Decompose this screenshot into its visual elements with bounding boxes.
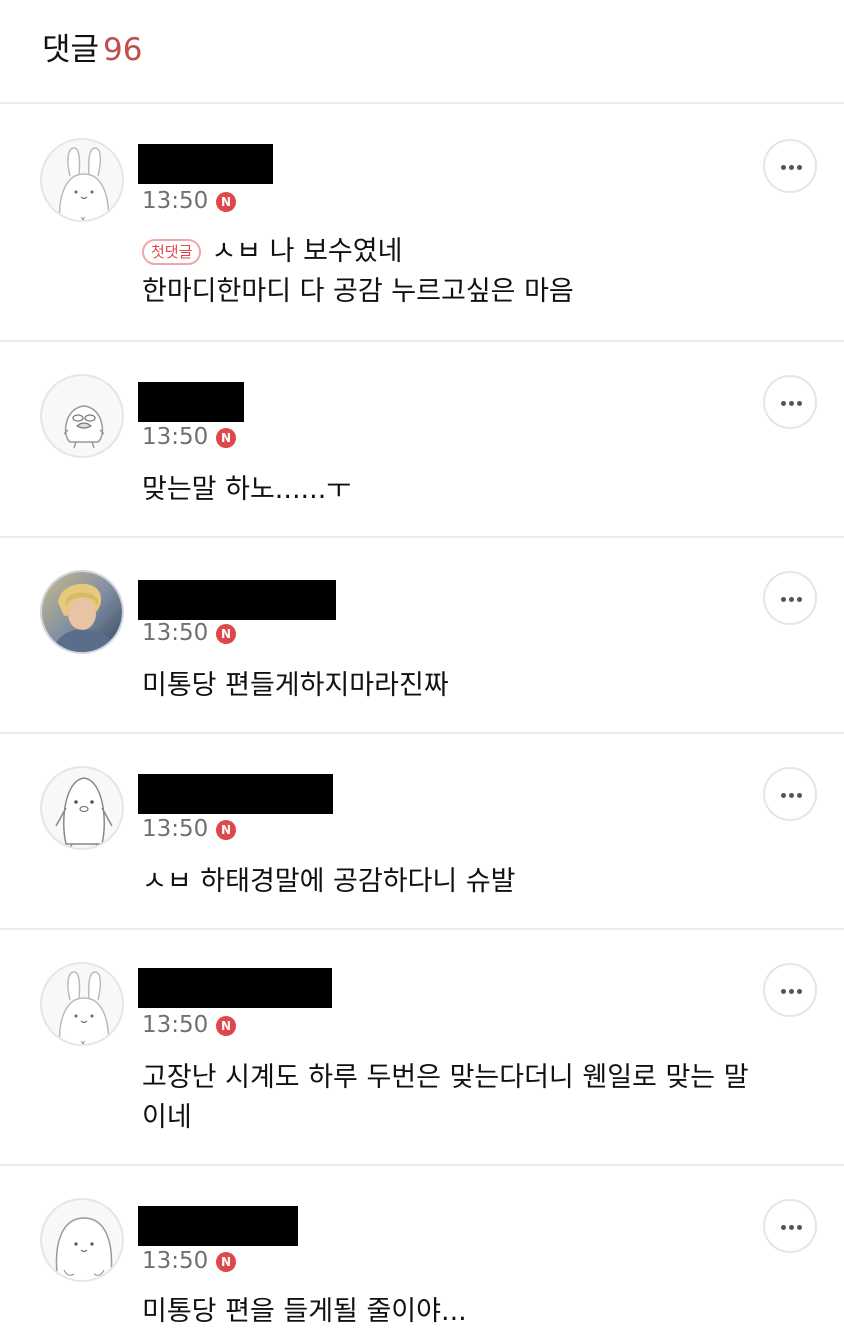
comment-line: 한마디한마디 다 공감 누르고싶은 마음 — [142, 276, 574, 307]
comment-text: 미통당 편을 들게될 줄이야... — [142, 1292, 812, 1332]
comment-text: 고장난 시계도 하루 두번은 맞는다더니 웬일로 맞는 말 이네 — [142, 1058, 812, 1138]
new-badge: N — [216, 1016, 236, 1036]
more-options-button[interactable] — [763, 767, 817, 821]
more-options-button[interactable] — [763, 1199, 817, 1253]
first-comment-badge: 첫댓글 — [142, 239, 202, 265]
blob-avatar[interactable] — [40, 1198, 124, 1282]
new-badge: N — [216, 820, 236, 840]
comment-time: 13:50 — [142, 188, 209, 214]
author-name-redacted — [138, 580, 336, 620]
bunny-avatar[interactable] — [40, 138, 124, 222]
comments-title: 댓글 96 — [42, 30, 143, 70]
comment-time: 13:50 — [142, 1248, 209, 1274]
comment-time: 13:50 — [142, 816, 209, 842]
comment-line: ㅅㅂ 하태경말에 공감하다니 슈발 — [142, 866, 516, 897]
comment-text: 미통당 편들게하지마라진짜 — [142, 666, 812, 706]
new-badge: N — [216, 192, 236, 212]
comment-line: 맞는말 하노......ㅜ — [142, 474, 352, 505]
comment-item: 13:50 N 고장난 시계도 하루 두번은 맞는다더니 웬일로 맞는 말 이네 — [0, 930, 844, 1166]
author-name-redacted — [138, 144, 273, 184]
new-badge: N — [216, 1252, 236, 1272]
comment-line: 고장난 시계도 하루 두번은 맞는다더니 웬일로 맞는 말 — [142, 1062, 749, 1093]
comment-screen: 댓글 96 13:50 N 첫댓글 ㅅㅂ 나 보수였네 한마디한마디 다 공감 누르… — [0, 0, 844, 1340]
photo-avatar[interactable] — [40, 570, 124, 654]
more-options-button[interactable] — [763, 963, 817, 1017]
new-badge: N — [216, 428, 236, 448]
comment-line: 미통당 편을 들게될 줄이야... — [142, 1296, 467, 1327]
comment-line-text: ㅅㅂ 나 보수였네 — [211, 236, 403, 267]
comment-item: 13:50 N ㅅㅂ 하태경말에 공감하다니 슈발 — [0, 734, 844, 930]
more-options-button[interactable] — [763, 375, 817, 429]
comment-time: 13:50 — [142, 620, 209, 646]
comment-time: 13:50 — [142, 424, 209, 450]
comment-item: 13:50 N 미통당 편을 들게될 줄이야... — [0, 1166, 844, 1340]
new-badge: N — [216, 624, 236, 644]
author-name-redacted — [138, 968, 332, 1008]
comment-line: 첫댓글 ㅅㅂ 나 보수였네 — [142, 232, 812, 272]
author-name-redacted — [138, 774, 333, 814]
comments-title-label: 댓글 — [42, 32, 100, 68]
penguin-avatar[interactable] — [40, 766, 124, 850]
author-name-redacted — [138, 1206, 298, 1246]
comment-item: 13:50 N 맞는말 하노......ㅜ — [0, 342, 844, 538]
more-options-button[interactable] — [763, 571, 817, 625]
author-name-redacted — [138, 382, 244, 422]
comments-count: 96 — [103, 32, 143, 68]
comment-text: 첫댓글 ㅅㅂ 나 보수였네 한마디한마디 다 공감 누르고싶은 마음 — [142, 232, 812, 312]
comment-line: 이네 — [142, 1102, 192, 1133]
comment-line: 미통당 편들게하지마라진짜 — [142, 670, 449, 701]
comment-text: 맞는말 하노......ㅜ — [142, 470, 812, 510]
bunny-avatar[interactable] — [40, 962, 124, 1046]
comment-time: 13:50 — [142, 1012, 209, 1038]
comment-item: 13:50 N 미통당 편들게하지마라진짜 — [0, 538, 844, 734]
comment-text: ㅅㅂ 하태경말에 공감하다니 슈발 — [142, 862, 812, 902]
more-options-button[interactable] — [763, 139, 817, 193]
comments-header: 댓글 96 — [0, 0, 844, 104]
duck-avatar[interactable] — [40, 374, 124, 458]
comment-item: 13:50 N 첫댓글 ㅅㅂ 나 보수였네 한마디한마디 다 공감 누르고싶은 마… — [0, 106, 844, 342]
